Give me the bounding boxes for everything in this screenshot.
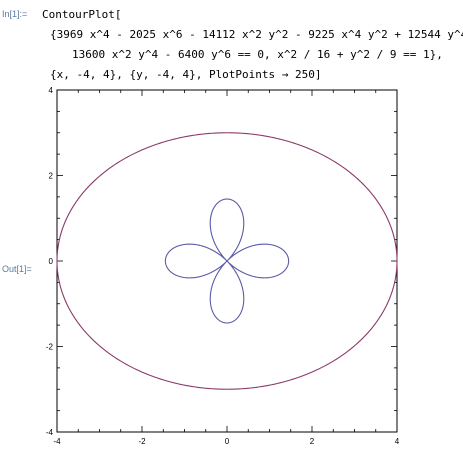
quadrifolium-contour [164,198,290,324]
x-tick-label: 2 [310,437,315,446]
y-tick-label: 0 [49,257,54,266]
y-tick-label: 4 [49,86,54,95]
x-tick-label: 0 [225,437,230,446]
x-tick-label: -2 [138,437,146,446]
x-tick-label: 4 [395,437,400,446]
x-tick-label: -4 [53,437,61,446]
contour-plot[interactable]: -4 -2 0 2 4 4 2 0 -2 -4 [0,0,463,456]
y-tick-label: -2 [46,343,54,352]
y-tick-label: 2 [49,172,54,181]
y-tick-label: -4 [46,428,54,437]
